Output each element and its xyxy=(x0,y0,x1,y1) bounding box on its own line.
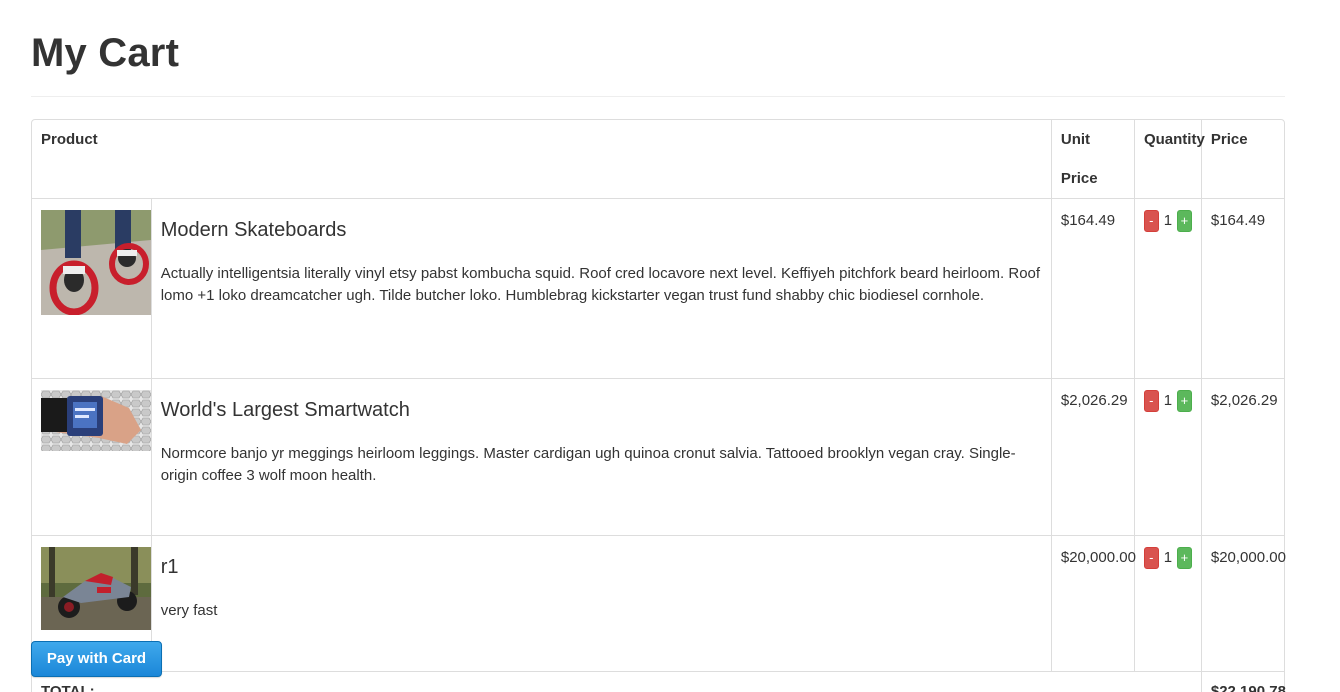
product-info-cell: World's Largest Smartwatch Normcore banj… xyxy=(150,378,1051,535)
product-thumbnail-cell xyxy=(32,378,151,535)
motorcycle-image[interactable] xyxy=(41,547,151,630)
product-name[interactable]: World's Largest Smartwatch xyxy=(161,397,1042,423)
increase-quantity-button[interactable]: + xyxy=(1177,390,1192,412)
product-name[interactable]: r1 xyxy=(161,554,1042,580)
quantity-stepper: - 1 + xyxy=(1143,210,1192,232)
table-row: Modern Skateboards Actually intelligents… xyxy=(32,198,1284,378)
quantity-value: 1 xyxy=(1163,212,1173,229)
decrease-quantity-button[interactable]: - xyxy=(1143,390,1159,412)
product-name[interactable]: Modern Skateboards xyxy=(161,217,1042,243)
header-unit-price: Unit Price xyxy=(1050,120,1134,198)
cart-page: My Cart Product Unit Price Quantity Pric… xyxy=(0,0,1340,692)
increase-quantity-button[interactable]: + xyxy=(1177,547,1192,569)
unit-price-cell: $164.49 xyxy=(1050,198,1134,378)
title-divider xyxy=(31,96,1285,97)
line-price-cell: $20,000.00 xyxy=(1200,535,1286,671)
header-product: Product xyxy=(41,131,98,148)
smartwatch-image[interactable] xyxy=(41,390,151,451)
total-row: TOTAL: $22,190.78 xyxy=(32,671,1286,692)
product-thumbnail-cell xyxy=(32,198,151,378)
line-price-cell: $2,026.29 xyxy=(1200,378,1284,535)
pay-with-card-button[interactable]: Pay with Card xyxy=(31,641,162,677)
total-value: $22,190.78 xyxy=(1200,671,1286,692)
cart-table: Product Unit Price Quantity Price Modern… xyxy=(31,119,1286,692)
unit-price-cell: $2,026.29 xyxy=(1050,378,1134,535)
header-quantity: Quantity xyxy=(1133,120,1205,198)
quantity-cell: - 1 + xyxy=(1133,378,1201,535)
quantity-value: 1 xyxy=(1163,392,1173,409)
product-description: Normcore banjo yr meggings heirloom legg… xyxy=(160,445,1016,484)
quantity-cell: - 1 + xyxy=(1133,198,1201,378)
quantity-cell: - 1 + xyxy=(1133,535,1201,671)
skateboard-image[interactable] xyxy=(41,210,151,315)
product-description: very fast xyxy=(160,602,218,619)
product-info-cell: r1 very fast xyxy=(150,535,1051,671)
decrease-quantity-button[interactable]: - xyxy=(1143,547,1159,569)
product-description: Actually intelligentsia literally vinyl … xyxy=(160,265,1041,304)
quantity-value: 1 xyxy=(1163,549,1173,566)
unit-price-cell: $20,000.00 xyxy=(1050,535,1136,671)
table-row: r1 very fast $20,000.00 - 1 + $20,000.00 xyxy=(32,535,1286,671)
line-price-cell: $164.49 xyxy=(1200,198,1284,378)
page-title: My Cart xyxy=(31,31,180,75)
table-header-row: Product Unit Price Quantity Price xyxy=(32,120,1284,198)
quantity-stepper: - 1 + xyxy=(1143,547,1192,569)
product-info-cell: Modern Skateboards Actually intelligents… xyxy=(150,198,1051,378)
header-price: Price xyxy=(1200,120,1284,198)
total-label: TOTAL: xyxy=(32,671,1201,692)
decrease-quantity-button[interactable]: - xyxy=(1143,210,1159,232)
quantity-stepper: - 1 + xyxy=(1143,390,1192,412)
increase-quantity-button[interactable]: + xyxy=(1177,210,1192,232)
table-row: World's Largest Smartwatch Normcore banj… xyxy=(32,378,1284,535)
